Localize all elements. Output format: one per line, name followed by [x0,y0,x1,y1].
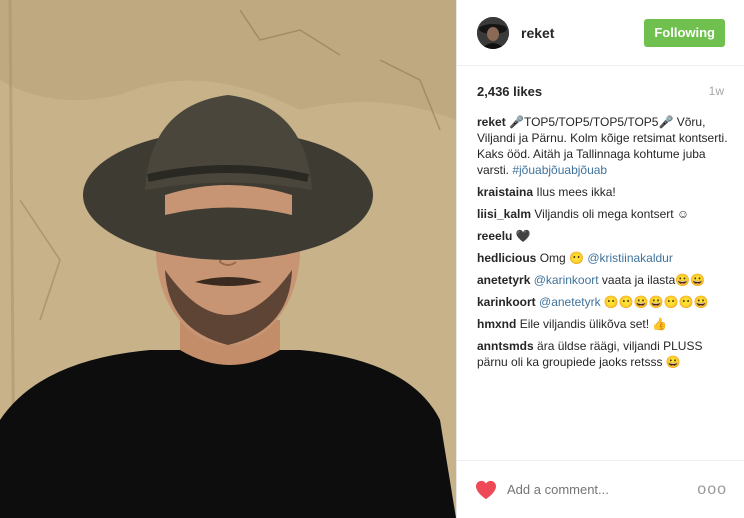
comment-item: anetetyrk @karinkoort vaata ja ilasta😀😀 [477,272,728,288]
comment-username[interactable]: kraistaina [477,185,533,199]
comment-text: 🖤 [515,229,531,243]
username[interactable]: reket [521,25,644,41]
more-options-button[interactable]: ooo [697,481,727,499]
likes-count[interactable]: 2,436 likes [477,84,709,99]
comment-item: anntsmds ära üldse räägi, viljandi PLUSS… [477,338,728,370]
comment-text: Omg 😶 [539,251,588,265]
comments-list: reket 🎤TOP5/TOP5/TOP5/TOP5🎤 Võru, Viljan… [477,114,728,376]
avatar-image [477,16,509,49]
comment-username[interactable]: anntsmds [477,339,534,353]
comment-item: kraistaina Ilus mees ikka! [477,184,728,200]
post-footer: ooo [457,460,744,518]
comment-item: liisi_kalm Viljandis oli mega kontsert ☺ [477,206,728,222]
following-button[interactable]: Following [644,18,725,47]
heart-icon[interactable] [475,480,497,500]
post-time[interactable]: 1w [709,84,724,98]
comment-item: reket 🎤TOP5/TOP5/TOP5/TOP5🎤 Võru, Viljan… [477,114,728,178]
comment-tag-link[interactable]: @karinkoort [534,273,599,287]
add-comment-input[interactable] [507,482,698,497]
post-sidebar: reket Following 2,436 likes 1w reket 🎤TO… [456,0,744,518]
comment-tag-link[interactable]: @anetetyrk [539,295,601,309]
comment-item: reeelu 🖤 [477,228,728,244]
comment-username[interactable]: hedlicious [477,251,536,265]
comment-text: Ilus mees ikka! [536,185,616,199]
comment-item: hedlicious Omg 😶 @kristiinakaldur [477,250,728,266]
avatar[interactable] [477,16,509,49]
comment-username[interactable]: reeelu [477,229,512,243]
portrait-photo [0,0,456,518]
comment-tag-link[interactable]: @kristiinakaldur [587,251,673,265]
post-photo[interactable] [0,0,456,518]
comment-username[interactable]: reket [477,115,506,129]
instagram-post: reket Following 2,436 likes 1w reket 🎤TO… [0,0,744,518]
comment-username[interactable]: liisi_kalm [477,207,531,221]
comment-username[interactable]: hmxnd [477,317,516,331]
comment-username[interactable]: karinkoort [477,295,536,309]
comment-item: karinkoort @anetetyrk 😶😶😀😀😶😶😀 [477,294,728,310]
comment-text: Eile viljandis ülikõva set! 👍 [519,317,668,331]
comment-username[interactable]: anetetyrk [477,273,530,287]
post-header: reket Following [457,0,744,66]
meta-row: 2,436 likes 1w [477,80,724,102]
comment-text: Viljandis oli mega kontsert ☺ [534,207,690,221]
comment-text: 😶😶😀😀😶😶😀 [600,295,709,309]
comment-tag-link[interactable]: #jõuabjõuabjõuab [512,163,607,177]
comment-text: vaata ja ilasta😀😀 [598,273,706,287]
comment-item: hmxnd Eile viljandis ülikõva set! 👍 [477,316,728,332]
